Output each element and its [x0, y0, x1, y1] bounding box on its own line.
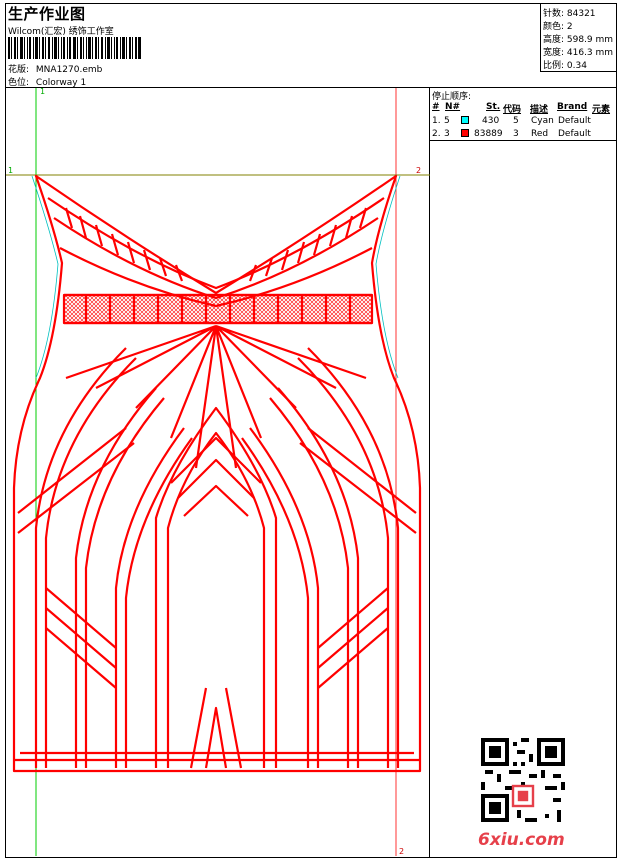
barcode: [8, 37, 141, 59]
color-swatch: [461, 129, 469, 137]
guide-label-v2: 2: [399, 847, 405, 856]
stat-stitches: 针数: 84321: [543, 9, 596, 19]
row-needle: 3: [444, 129, 450, 139]
design-stats: 针数: 84321 颜色: 2 高度: 598.9 mm 宽度: 416.3 m…: [540, 3, 617, 71]
guide-label-v1: 1: [40, 87, 46, 96]
row-stitches: 430: [482, 116, 500, 126]
col-element: 元素: [592, 105, 611, 115]
row-index: 1.: [432, 116, 441, 126]
row-stitches: 83889: [474, 129, 503, 139]
col-needle: N#: [445, 102, 461, 112]
col-stitches: St.: [486, 102, 501, 112]
pattern-info: 花版: MNA1270.emb: [8, 62, 102, 75]
embroidery-design-preview: [6, 88, 430, 856]
row-desc: Red: [531, 129, 549, 139]
stat-width: 宽度: 416.3 mm: [543, 48, 614, 58]
company-name: Wilcom(汇宏) 绣饰工作室: [8, 27, 114, 37]
stop-sequence-title: 停止顺序:: [432, 92, 472, 102]
col-index: #: [432, 102, 440, 112]
col-desc: 描述: [530, 105, 549, 115]
stop-table-bottom: [429, 140, 617, 141]
row-brand: Default: [558, 129, 591, 139]
row-code: 3: [513, 129, 519, 139]
stat-scale: 比例: 0.34: [543, 61, 587, 71]
pattern-label: 花版:: [8, 65, 30, 75]
stats-divider: [540, 71, 617, 72]
page-title: 生产作业图: [8, 5, 86, 23]
stat-colors: 颜色: 2: [543, 22, 573, 32]
row-brand: Default: [558, 116, 591, 126]
pattern-value: MNA1270.emb: [35, 65, 103, 75]
row-needle: 5: [444, 116, 450, 126]
guide-label-h2: 2: [416, 166, 422, 175]
guide-label-h1: 1: [8, 166, 14, 175]
color-swatch: [461, 116, 469, 124]
row-index: 2.: [432, 129, 441, 139]
col-code: 代码: [503, 105, 522, 115]
col-brand: Brand: [557, 102, 588, 112]
stat-height: 高度: 598.9 mm: [543, 35, 614, 45]
qr-code: [481, 738, 565, 822]
row-code: 5: [513, 116, 519, 126]
row-desc: Cyan: [531, 116, 554, 126]
watermark-logo: 6xiu.com: [478, 830, 565, 850]
